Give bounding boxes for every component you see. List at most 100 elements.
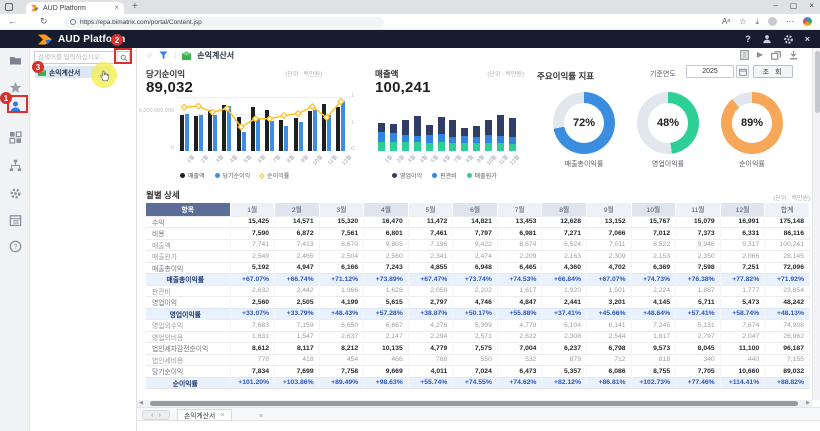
help-icon[interactable]: ?	[745, 35, 751, 44]
maximize-icon[interactable]: ▢	[790, 1, 798, 10]
report-tab-active[interactable]: 손익계산서 ×	[177, 409, 232, 421]
kpi2-value: 100,241	[375, 79, 431, 96]
search-query-button[interactable]: 조 회	[753, 65, 793, 78]
filter-funnel-icon[interactable]	[159, 51, 168, 60]
table-row-법인세비용: 법인세비용77841845446676855053287971281834044…	[146, 354, 810, 366]
판관비-segment	[497, 136, 504, 143]
reload-icon[interactable]: ↻	[40, 16, 48, 27]
cell-value: 8,670	[319, 239, 364, 251]
open-window-icon[interactable]	[771, 51, 781, 60]
영업이익-segment	[438, 117, 445, 134]
cell-value: 7,373	[676, 228, 721, 240]
cell-value: 778	[230, 354, 275, 366]
cell-value: +76.38%	[676, 274, 721, 286]
back-icon[interactable]: ←	[8, 16, 17, 26]
horizontal-scroll-thumb[interactable]	[150, 401, 798, 406]
cell-value: 8,117	[275, 343, 320, 355]
profile-avatar[interactable]	[768, 17, 777, 26]
cell-value: 818	[631, 354, 676, 366]
site-info-icon[interactable]	[70, 19, 76, 25]
vertical-scrollbar[interactable]	[812, 48, 820, 400]
close-all-tabs-icon[interactable]: ×	[259, 412, 263, 420]
cell-value: 2,544	[587, 331, 632, 343]
tab-prev-icon[interactable]: ‹	[151, 412, 153, 419]
x-tick: 11월	[493, 152, 505, 168]
cell-value: 2,622	[497, 331, 542, 343]
document-icon[interactable]	[740, 50, 749, 60]
legend-label: 판관비	[440, 171, 457, 180]
매출원가-segment	[449, 143, 456, 151]
cursor-highlight	[91, 62, 117, 88]
table-row-영업외비용: 영업외비용1,6311,5472,6372,1472,2942,5712,622…	[146, 331, 810, 343]
calendar-picker-button[interactable]	[736, 65, 749, 78]
favorites-star-icon[interactable]	[9, 81, 22, 94]
cell-value: 7,155	[765, 354, 810, 366]
gear-icon[interactable]	[783, 34, 794, 45]
당기순이익-bar	[185, 114, 189, 151]
cell-value: 6,650	[319, 320, 364, 332]
report-tab-close-icon[interactable]: ×	[220, 411, 224, 419]
legend-item: 순이익률	[260, 171, 289, 180]
cell-value: 440	[720, 354, 765, 366]
download-icon[interactable]	[789, 50, 798, 60]
scroll-left-icon[interactable]: ◀	[139, 400, 143, 407]
cell-value: 2,147	[364, 331, 409, 343]
cell-value: 23,854	[765, 285, 810, 297]
cell-value: +66.84%	[542, 274, 587, 286]
legend-label: 매출원가	[475, 171, 497, 180]
downloads-icon[interactable]: ⤓	[755, 16, 759, 27]
tab-search-icon[interactable]	[5, 3, 13, 11]
영업이익-segment	[402, 120, 409, 135]
vertical-scroll-thumb[interactable]	[815, 51, 820, 113]
base-year-input[interactable]	[686, 65, 734, 78]
settings-gear-icon[interactable]	[9, 187, 22, 200]
bookmark-star-icon[interactable]: ☆	[739, 16, 746, 27]
user-icon[interactable]	[762, 34, 772, 44]
cell-value: 8,674	[497, 239, 542, 251]
close-window-icon[interactable]: ×	[809, 1, 814, 10]
cell-value: +48.64%	[631, 308, 676, 320]
tab-close-icon[interactable]: ×	[114, 4, 119, 12]
donut-gauge: 72%매출총이익률	[539, 92, 629, 169]
minimize-icon[interactable]: –	[773, 1, 777, 10]
cell-value: 7,683	[230, 320, 275, 332]
more-menu-icon[interactable]: ⋯	[786, 16, 794, 27]
x-tick: 2월	[191, 152, 205, 168]
help-circle-icon[interactable]: ?	[9, 240, 22, 253]
browser-tab[interactable]: AUD Platform ×	[26, 2, 124, 14]
cell-value: 2,549	[230, 251, 275, 263]
cell-value: 5,192	[230, 262, 275, 274]
당기순이익-bar	[284, 126, 288, 151]
bar-group	[320, 104, 334, 151]
tab-next-icon[interactable]: ›	[159, 412, 161, 419]
address-bar[interactable]: https://epa.bimatrix.com/portal/Content.…	[64, 17, 384, 28]
copilot-icon[interactable]	[803, 17, 812, 26]
x-tick: 5월	[424, 152, 436, 168]
close-app-icon[interactable]: ×	[805, 35, 810, 44]
cell-value: 15,767	[631, 216, 676, 228]
dashboard-grid-icon[interactable]	[9, 131, 22, 144]
schedule-icon[interactable]	[9, 214, 22, 227]
매출액-bar	[180, 115, 184, 151]
매출액-bar	[336, 107, 340, 151]
content-toolbar: ☆ | 손익계산서 ▶	[137, 48, 812, 64]
cell-value: 11,100	[720, 343, 765, 355]
cell-value: +66.74%	[275, 274, 320, 286]
x-tick: 2월	[390, 152, 402, 168]
new-tab-button[interactable]: +	[132, 1, 138, 12]
bottom-tab-bar: ‹ › 손익계산서 × ×	[137, 407, 820, 421]
favorite-star-icon[interactable]: ☆	[146, 51, 153, 60]
x-tick: 10월	[482, 152, 494, 168]
scroll-right-icon[interactable]: ▶	[806, 400, 810, 407]
read-aloud-icon[interactable]: Aᵃ	[722, 16, 730, 27]
horizontal-scrollbar[interactable]: ◀ ▶	[137, 400, 812, 407]
folder-icon[interactable]	[9, 54, 22, 67]
cell-value: 4,702	[587, 262, 632, 274]
run-icon[interactable]: ▶	[757, 51, 763, 59]
cell-value: 26,962	[765, 331, 810, 343]
cell-value: 74,908	[765, 320, 810, 332]
cell-value: 7,575	[453, 343, 498, 355]
cell-value: 7,461	[408, 228, 453, 240]
sitemap-icon[interactable]	[9, 159, 22, 172]
header-row: 항목1월2월3월4월5월6월7월8월9월10월11월12월합계	[146, 203, 810, 216]
